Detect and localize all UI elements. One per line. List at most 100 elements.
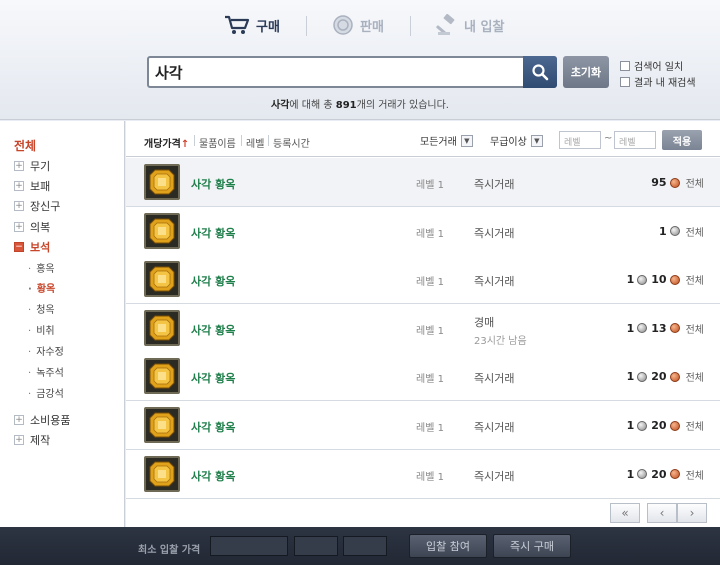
level-max-input[interactable]: 레벨 (614, 131, 656, 149)
result-keyword: 사각 (271, 100, 290, 111)
price-detail-link[interactable]: 전체 (686, 369, 704, 384)
listing-row[interactable]: 사각 황옥 레벨 1 즉시거래 95 전체 (126, 158, 720, 207)
cart-icon (225, 15, 250, 34)
item-name[interactable]: 사각 황옥 (191, 419, 235, 435)
sort-by-name[interactable]: 물품이름 (199, 135, 236, 150)
subcategory-topaz[interactable]: 황옥 (28, 280, 55, 295)
price-detail-link[interactable]: 전체 (686, 321, 704, 336)
sort-by-level[interactable]: 레벨 (246, 135, 264, 150)
price-detail-link[interactable]: 전체 (686, 272, 704, 287)
subcategory-emerald[interactable]: 녹주석 (28, 364, 64, 379)
price-copper: 20 (651, 370, 667, 384)
category-accessory[interactable]: + 장신구 (14, 198, 60, 214)
price-detail-link[interactable]: 전체 (686, 224, 704, 239)
bid-copper-input[interactable] (343, 536, 387, 556)
search-icon (532, 64, 549, 81)
category-weapon[interactable]: + 무기 (14, 158, 50, 174)
category-label: 의복 (30, 221, 51, 234)
topaz-gem-icon (144, 309, 180, 346)
listing-row[interactable]: 사각 황옥 레벨 1 경매 23시간 남음 1 13 전체 (126, 303, 720, 353)
silver-coin-icon (637, 420, 648, 431)
item-name[interactable]: 사각 황옥 (191, 225, 235, 241)
next-page-button[interactable]: › (677, 503, 707, 523)
search-input[interactable] (155, 60, 523, 84)
silver-coin-icon (669, 226, 680, 237)
price-detail-link[interactable]: 전체 (686, 418, 704, 433)
item-level: 레벨 1 (416, 325, 444, 337)
gavel-icon (436, 14, 455, 35)
sort-divider (268, 135, 269, 146)
chevron-left-icon: ‹ (659, 506, 665, 520)
listing-row[interactable]: 사각 황옥 레벨 1 즉시거래 1 20 전체 (126, 449, 720, 499)
subcategory-ruby[interactable]: 홍옥 (28, 260, 54, 275)
subcategory-amethyst[interactable]: 자수정 (28, 343, 64, 358)
trade-type: 즉시거래 (474, 469, 515, 483)
first-page-button[interactable]: « (610, 503, 640, 523)
trade-type-dropdown[interactable]: 모든거래 ▼ (420, 133, 473, 148)
buy-now-button[interactable]: 즉시 구매 (493, 534, 571, 558)
bid-button[interactable]: 입찰 참여 (409, 534, 487, 558)
tab-sell[interactable]: 판매 (332, 12, 384, 38)
category-gem[interactable]: − 보석 (14, 239, 50, 255)
trade-type: 즉시거래 (474, 178, 515, 191)
bid-gold-input[interactable] (210, 536, 288, 556)
listing-row[interactable]: 사각 황옥 레벨 1 즉시거래 1 전체 (126, 206, 720, 256)
trade-type: 즉시거래 (474, 372, 515, 386)
expand-icon: + (14, 201, 24, 211)
price-detail-link[interactable]: 전체 (686, 175, 704, 190)
item-price: 95 전체 (651, 175, 704, 190)
copper-coin-icon (669, 420, 680, 431)
listing-row[interactable]: 사각 황옥 레벨 1 즉시거래 1 20 전체 (126, 352, 720, 402)
subcategory-diamond[interactable]: 금강석 (28, 385, 64, 400)
category-label: 장신구 (30, 200, 61, 213)
listing-row[interactable]: 사각 황옥 레벨 1 즉시거래 1 10 전체 (126, 255, 720, 305)
item-price: 1 13 전체 (627, 321, 704, 336)
search-within-checkbox[interactable]: 결과 내 재검색 (620, 74, 696, 89)
sort-by-price[interactable]: 개당가격↑ (144, 135, 189, 150)
subcategory-jade[interactable]: 비취 (28, 322, 54, 337)
item-name[interactable]: 사각 황옥 (191, 468, 235, 484)
topaz-gem-icon (144, 407, 180, 443)
tab-divider (410, 16, 411, 36)
price-detail-link[interactable]: 전체 (686, 467, 704, 482)
level-min-input[interactable]: 레벨 (559, 131, 601, 149)
tab-my-bids[interactable]: 내 입찰 (436, 12, 504, 38)
exact-match-checkbox[interactable]: 검색어 일치 (620, 58, 683, 73)
price-silver: 1 (626, 419, 635, 432)
bid-silver-input[interactable] (294, 536, 338, 556)
category-label: 제작 (30, 434, 51, 447)
item-name[interactable]: 사각 황옥 (191, 176, 235, 192)
category-clothing[interactable]: + 의복 (14, 219, 50, 235)
prev-page-button[interactable]: ‹ (647, 503, 677, 523)
item-level: 레벨 1 (416, 277, 444, 289)
item-level: 레벨 1 (416, 180, 444, 191)
tab-buy[interactable]: 구매 (224, 12, 280, 38)
reset-button[interactable]: 초기화 (563, 56, 609, 88)
item-name[interactable]: 사각 황옥 (191, 273, 235, 289)
price-silver: 1 (626, 321, 635, 335)
category-all[interactable]: 전체 (14, 137, 36, 154)
item-level: 레벨 1 (416, 228, 444, 240)
item-name[interactable]: 사각 황옥 (191, 322, 235, 338)
search-button[interactable] (523, 56, 557, 88)
grade-dropdown[interactable]: 무급이상 ▼ (490, 133, 543, 148)
collapse-icon: − (14, 242, 24, 252)
category-consumable[interactable]: + 소비용품 (14, 412, 70, 428)
sort-divider (241, 135, 242, 146)
item-name[interactable]: 사각 황옥 (191, 370, 235, 386)
silver-coin-icon (637, 274, 648, 285)
price-silver: 1 (626, 370, 635, 384)
listing-row[interactable]: 사각 황옥 레벨 1 즉시거래 1 20 전체 (126, 401, 720, 450)
expand-icon: + (14, 161, 24, 171)
tab-divider (306, 16, 307, 36)
category-treasure[interactable]: + 보패 (14, 178, 50, 194)
apply-filter-button[interactable]: 적용 (662, 130, 702, 150)
sort-by-time[interactable]: 등록시간 (273, 135, 310, 150)
expand-icon: + (14, 181, 24, 191)
item-price: 1 20 전체 (627, 369, 704, 384)
subcategory-sapphire[interactable]: 청옥 (28, 301, 54, 316)
range-tilde: ~ (604, 133, 613, 144)
category-crafting[interactable]: + 제작 (14, 432, 50, 448)
copper-coin-icon (669, 371, 680, 382)
result-text-b: 개의 거래가 있습니다. (356, 100, 449, 111)
